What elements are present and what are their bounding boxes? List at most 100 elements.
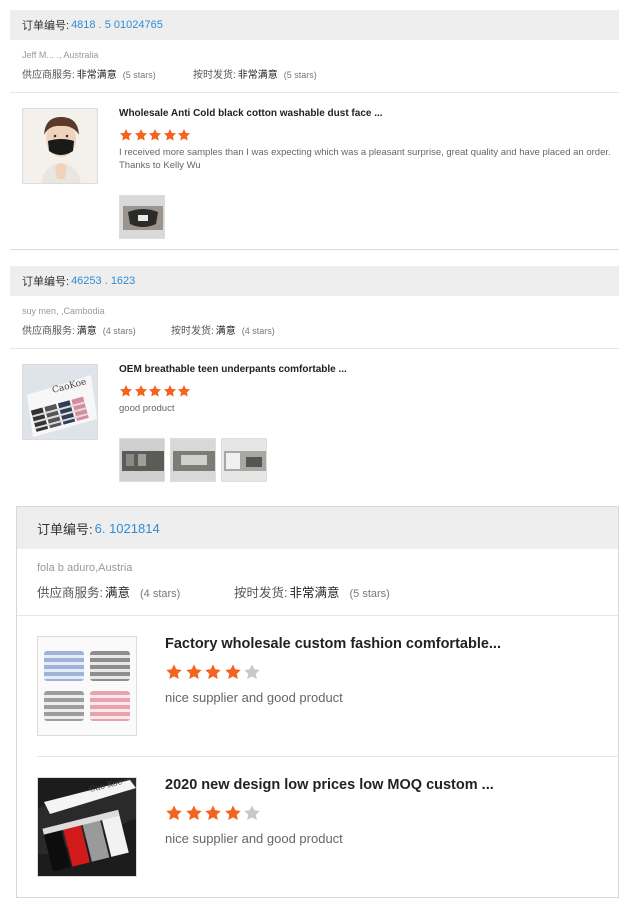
- review-photo-2-art: [171, 438, 215, 481]
- product-title-link[interactable]: OEM breathable teen underpants comfortab…: [119, 364, 619, 375]
- order-header: 订单编号: 4818 . 5 01024765: [10, 10, 619, 40]
- order-number-label: 订单编号:: [22, 276, 70, 288]
- review-item: Factory wholesale custom fashion comfort…: [17, 636, 618, 736]
- star-filled-icon: [166, 664, 182, 680]
- buyer-name: fola b aduro,Austria: [37, 562, 133, 574]
- star-rating: [119, 128, 619, 142]
- on-time-shipping-rating: 按时发货: 非常满意 (5 stars): [234, 582, 390, 601]
- review-body: Factory wholesale custom fashion comfort…: [165, 636, 618, 736]
- review-item: Cao Koe 2020 new design low prices low M…: [17, 777, 618, 877]
- order-number-link[interactable]: 6. 1021814: [95, 521, 160, 536]
- supplier-service-label: 供应商服务:: [22, 70, 75, 81]
- supplier-service-label: 供应商服务:: [37, 586, 103, 600]
- star-rating: [165, 663, 618, 681]
- review-comment: I received more samples than I was expec…: [119, 147, 611, 171]
- supplier-service-rating: 供应商服务: 满意 (4 stars): [22, 322, 171, 337]
- divider: [10, 92, 619, 93]
- product-title-link[interactable]: Wholesale Anti Cold black cotton washabl…: [119, 108, 619, 119]
- review-item: CaoKoe OEM breathable teen underpants co…: [10, 364, 619, 482]
- review-item: Wholesale Anti Cold black cotton washabl…: [10, 108, 619, 239]
- divider: [37, 756, 618, 757]
- on-time-shipping-count: (5 stars): [283, 70, 317, 80]
- order-ratings: 供应商服务: 非常满意 (5 stars) 按时发货: 非常满意 (5 star…: [22, 66, 619, 81]
- on-time-shipping-count: (4 stars): [241, 326, 275, 336]
- supplier-service-count: (4 stars): [140, 588, 181, 600]
- buyer-name: Jeff M... ., Australia: [22, 50, 99, 60]
- order-number-link[interactable]: 4818 . 5 01024765: [71, 19, 163, 31]
- supplier-service-value: 非常满意: [76, 70, 117, 81]
- star-empty-icon: [244, 805, 260, 821]
- star-rating: [119, 384, 619, 398]
- star-filled-icon: [205, 805, 221, 821]
- order-number-link[interactable]: 46253 . 1623: [71, 275, 135, 287]
- boxers-gift-box-product-image-art: Cao Koe: [38, 778, 136, 876]
- order-number-label: 订单编号:: [37, 521, 93, 537]
- order-ratings: 供应商服务: 满意 (4 stars) 按时发货: 非常满意 (5 stars): [37, 582, 618, 601]
- on-time-shipping-value: 非常满意: [237, 70, 278, 81]
- star-filled-icon: [163, 129, 176, 141]
- product-title-link[interactable]: Factory wholesale custom fashion comfort…: [165, 636, 618, 652]
- order-card: 订单编号: 46253 . 1623 suy men, ,Cambodia 供应…: [10, 266, 619, 498]
- on-time-shipping-value: 非常满意: [289, 586, 340, 600]
- review-photo-3-art: [222, 438, 266, 481]
- mask-photo-art: [120, 195, 164, 238]
- underpants-box-product-image-art: CaoKoe: [23, 365, 97, 439]
- star-filled-icon: [185, 805, 202, 821]
- order-header: 订单编号: 6. 1021814: [17, 507, 618, 549]
- star-filled-icon: [205, 664, 221, 680]
- star-empty-icon: [244, 664, 260, 680]
- review-photos: [119, 437, 619, 482]
- on-time-shipping-value: 满意: [215, 326, 236, 337]
- on-time-shipping-rating: 按时发货: 非常满意 (5 stars): [193, 66, 317, 81]
- review-photo-1-art: [120, 438, 164, 481]
- order-ratings: 供应商服务: 满意 (4 stars) 按时发货: 满意 (4 stars): [22, 322, 619, 337]
- star-filled-icon: [185, 664, 202, 680]
- buyer-name: suy men, ,Cambodia: [22, 306, 105, 316]
- review-photos: [119, 194, 619, 239]
- star-filled-icon: [119, 129, 133, 141]
- review-body: Wholesale Anti Cold black cotton washabl…: [119, 108, 619, 239]
- underpants-box-product-image[interactable]: CaoKoe: [22, 364, 98, 440]
- star-filled-icon: [224, 664, 241, 680]
- supplier-service-value: 满意: [104, 586, 130, 600]
- star-filled-icon: [224, 805, 241, 821]
- star-filled-icon: [177, 129, 191, 141]
- star-filled-icon: [177, 385, 191, 397]
- order-number-label: 订单编号:: [22, 20, 70, 32]
- product-title-link[interactable]: 2020 new design low prices low MOQ custo…: [165, 777, 618, 793]
- boxers-gift-box-product-image[interactable]: Cao Koe: [37, 777, 137, 877]
- star-filled-icon: [119, 385, 133, 397]
- divider: [17, 615, 618, 616]
- face-mask-product-image[interactable]: [22, 108, 98, 184]
- striped-boxers-product-image-art: [38, 637, 136, 735]
- striped-boxers-product-image[interactable]: [37, 636, 137, 736]
- review-body: OEM breathable teen underpants comfortab…: [119, 364, 619, 482]
- review-comment: nice supplier and good product: [165, 690, 343, 705]
- star-filled-icon: [163, 385, 176, 397]
- divider: [10, 348, 619, 349]
- supplier-service-rating: 供应商服务: 非常满意 (5 stars): [22, 66, 193, 81]
- review-photo-3[interactable]: [221, 437, 267, 482]
- on-time-shipping-rating: 按时发货: 满意 (4 stars): [171, 322, 275, 337]
- on-time-shipping-count: (5 stars): [349, 588, 390, 600]
- review-comment: nice supplier and good product: [165, 831, 343, 846]
- star-filled-icon: [166, 805, 182, 821]
- on-time-shipping-label: 按时发货:: [171, 326, 214, 337]
- review-photo-1[interactable]: [119, 437, 165, 482]
- mask-photo[interactable]: [119, 194, 165, 239]
- order-card: 订单编号: 6. 1021814 fola b aduro,Austria 供应…: [16, 506, 619, 898]
- star-rating: [165, 804, 618, 822]
- star-filled-icon: [134, 129, 147, 141]
- supplier-service-count: (4 stars): [102, 326, 136, 336]
- star-filled-icon: [134, 385, 147, 397]
- review-comment: good product: [119, 403, 175, 414]
- review-body: 2020 new design low prices low MOQ custo…: [165, 777, 618, 877]
- face-mask-product-image-art: [23, 109, 97, 183]
- order-header: 订单编号: 46253 . 1623: [10, 266, 619, 296]
- order-card: 订单编号: 4818 . 5 01024765 Jeff M... ., Aus…: [10, 10, 619, 250]
- on-time-shipping-label: 按时发货:: [234, 586, 288, 600]
- supplier-service-count: (5 stars): [122, 70, 156, 80]
- star-filled-icon: [148, 129, 162, 141]
- review-photo-2[interactable]: [170, 437, 216, 482]
- supplier-service-label: 供应商服务:: [22, 326, 75, 337]
